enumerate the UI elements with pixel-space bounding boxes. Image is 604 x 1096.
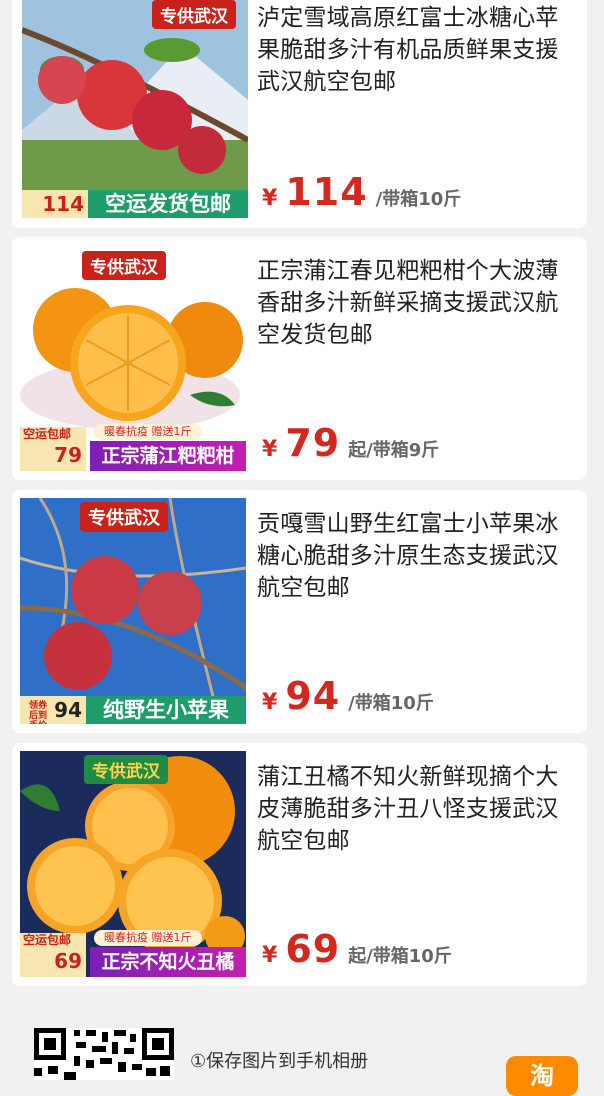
wuhan-tag: 专供武汉 xyxy=(84,755,168,784)
thumb-banner: 空运发货包邮 xyxy=(88,190,248,218)
wuhan-tag: 专供武汉 xyxy=(152,0,236,29)
product-price: 79 xyxy=(285,421,341,465)
product-title[interactable]: 贡嘎雪山野生红富士小苹果冰糖心脆甜多汁原生态支援武汉航空包邮 xyxy=(257,508,579,604)
price-unit: 起/带箱9斤 xyxy=(348,440,440,461)
product-card[interactable]: 专供武汉 暖春抗疫 赠送1斤 正宗不知火丑橘 空运包邮 69 蒲江丑橘不知火新鲜… xyxy=(12,743,587,986)
product-card[interactable]: 专供武汉 纯野生小苹果 领券后到手价 94 贡嘎雪山野生红富士小苹果冰糖心脆甜多… xyxy=(12,490,587,733)
product-title[interactable]: 蒲江丑橘不知火新鲜现摘个大皮薄脆甜多汁丑八怪支援武汉航空包邮 xyxy=(257,761,579,857)
price-unit: /带箱10斤 xyxy=(375,189,462,210)
promo-chip: 暖春抗疫 赠送1斤 xyxy=(94,424,202,440)
product-thumbnail[interactable]: 专供武汉 暖春抗疫 赠送1斤 正宗不知火丑橘 空运包邮 69 xyxy=(20,751,246,977)
apple-image xyxy=(22,0,248,218)
qr-code-icon xyxy=(34,1028,174,1080)
thumb-price-badge: 114 xyxy=(22,190,88,218)
currency-symbol: ¥ xyxy=(262,186,278,211)
share-footer: ①保存图片到手机相册 淘 xyxy=(0,1000,604,1096)
promo-chip: 暖春抗疫 赠送1斤 xyxy=(94,930,202,946)
currency-symbol: ¥ xyxy=(262,690,278,715)
thumb-price-badge: 领券后到手价 94 xyxy=(20,696,86,724)
currency-symbol: ¥ xyxy=(262,943,278,968)
product-price: 69 xyxy=(285,927,341,971)
price-row: ¥ 114 /带箱10斤 xyxy=(262,170,461,214)
product-card[interactable]: 专供武汉 空运发货包邮 114 泸定雪域高原红富士冰糖心苹果脆甜多汁有机品质鲜果… xyxy=(12,0,587,228)
taobao-app-icon[interactable]: 淘 xyxy=(506,1056,578,1096)
price-row: ¥ 94 /带箱10斤 xyxy=(262,674,434,718)
currency-symbol: ¥ xyxy=(262,437,278,462)
product-card[interactable]: 专供武汉 暖春抗疫 赠送1斤 正宗蒲江粑粑柑 空运包邮 79 正宗蒲江春见粑粑柑… xyxy=(12,237,587,480)
product-title[interactable]: 泸定雪域高原红富士冰糖心苹果脆甜多汁有机品质鲜果支援武汉航空包邮 xyxy=(257,2,579,98)
price-unit: /带箱10斤 xyxy=(348,693,434,714)
thumb-banner: 纯野生小苹果 xyxy=(86,696,246,724)
thumb-price: 79 xyxy=(54,443,82,467)
thumb-banner: 正宗蒲江粑粑柑 xyxy=(90,441,246,471)
product-thumbnail[interactable]: 专供武汉 暖春抗疫 赠送1斤 正宗蒲江粑粑柑 空运包邮 79 xyxy=(20,245,246,471)
wuhan-tag: 专供武汉 xyxy=(82,251,166,280)
badge-label: 领券后到手价 xyxy=(28,701,47,724)
thumb-price-badge: 空运包邮 79 xyxy=(20,427,86,471)
product-price: 94 xyxy=(285,674,341,718)
badge-label: 空运包邮 xyxy=(23,933,72,947)
product-title[interactable]: 正宗蒲江春见粑粑柑个大波薄香甜多汁新鲜采摘支援武汉航空发货包邮 xyxy=(257,255,579,351)
product-thumbnail[interactable]: 专供武汉 空运发货包邮 114 xyxy=(22,0,248,218)
thumb-price: 69 xyxy=(54,949,82,973)
price-row: ¥ 69 起/带箱10斤 xyxy=(262,927,452,971)
badge-label: 空运包邮 xyxy=(23,427,72,441)
thumb-banner: 正宗不知火丑橘 xyxy=(90,947,246,977)
thumb-price: 94 xyxy=(54,698,82,722)
product-thumbnail[interactable]: 专供武汉 纯野生小苹果 领券后到手价 94 xyxy=(20,498,246,724)
price-unit: 起/带箱10斤 xyxy=(348,946,452,967)
save-image-hint: ①保存图片到手机相册 xyxy=(190,1051,369,1072)
thumb-price-badge: 空运包邮 69 xyxy=(20,933,86,977)
price-row: ¥ 79 起/带箱9斤 xyxy=(262,421,439,465)
wuhan-tag: 专供武汉 xyxy=(80,502,168,532)
product-price: 114 xyxy=(285,170,368,214)
